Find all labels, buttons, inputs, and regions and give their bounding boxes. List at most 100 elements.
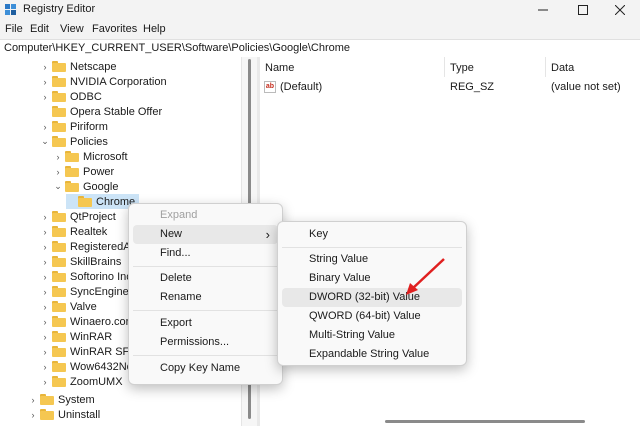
expand-chevron-icon[interactable]: › — [53, 149, 63, 164]
tree-item-qtproject[interactable]: › QtProject — [40, 209, 116, 224]
expand-chevron-icon[interactable]: › — [40, 329, 50, 344]
context-item-new[interactable]: New › — [133, 225, 278, 244]
tree-item-label: WinRAR — [70, 330, 113, 343]
collapse-chevron-icon[interactable]: ⌄ — [40, 134, 50, 149]
context-item-rename[interactable]: Rename — [133, 288, 278, 307]
folder-icon — [52, 271, 66, 282]
expand-chevron-icon[interactable]: › — [53, 164, 63, 179]
tree-item-label: Wow6432Nc — [70, 360, 133, 373]
folder-icon — [52, 61, 66, 72]
expand-chevron-icon[interactable]: › — [40, 224, 50, 239]
column-header-data[interactable]: Data — [546, 57, 640, 77]
folder-icon — [52, 376, 66, 387]
tree-item-zoomumx[interactable]: › ZoomUMX — [40, 374, 123, 389]
expand-chevron-icon[interactable]: › — [40, 254, 50, 269]
folder-icon — [52, 301, 66, 312]
expand-chevron-icon[interactable]: › — [40, 374, 50, 389]
expand-chevron-icon[interactable]: › — [28, 392, 38, 407]
menu-divider — [282, 247, 462, 248]
expand-chevron-icon[interactable]: › — [40, 119, 50, 134]
tree-item-odbc[interactable]: › ODBC — [40, 89, 102, 104]
menu-edit[interactable]: Edit — [30, 23, 49, 35]
context-menu: Expand New › Find... Delete Rename Expor… — [128, 203, 283, 385]
expand-chevron-icon[interactable]: › — [40, 314, 50, 329]
context-item-delete[interactable]: Delete — [133, 269, 278, 288]
close-button[interactable] — [600, 0, 640, 20]
folder-icon — [52, 91, 66, 102]
folder-icon — [52, 241, 66, 252]
menu-view[interactable]: View — [60, 23, 84, 35]
folder-icon — [78, 196, 92, 207]
submenu-item-multi-string-value[interactable]: Multi-String Value — [282, 326, 462, 345]
tree-item-label: RegisteredA — [70, 240, 131, 253]
expand-chevron-icon[interactable]: › — [40, 344, 50, 359]
expand-chevron-icon[interactable]: › — [40, 359, 50, 374]
tree-item-opera[interactable]: Opera Stable Offer — [40, 104, 162, 119]
menu-file[interactable]: File — [5, 23, 23, 35]
context-item-find[interactable]: Find... — [133, 244, 278, 263]
expand-chevron-icon[interactable]: › — [40, 284, 50, 299]
menu-help[interactable]: Help — [143, 23, 166, 35]
tree-item-winaero[interactable]: › Winaero.cor — [40, 314, 130, 329]
folder-open-icon — [52, 136, 66, 147]
context-item-permissions[interactable]: Permissions... — [133, 333, 278, 352]
submenu-item-key[interactable]: Key — [282, 225, 462, 244]
submenu-item-expandable-string-value[interactable]: Expandable String Value — [282, 345, 462, 364]
context-item-export[interactable]: Export — [133, 314, 278, 333]
expand-chevron-icon — [40, 104, 50, 119]
expand-chevron-icon[interactable]: › — [28, 407, 38, 422]
tree-item-label: System — [58, 393, 95, 406]
expand-chevron-icon[interactable]: › — [40, 89, 50, 104]
tree-item-uninstall[interactable]: › Uninstall — [28, 407, 101, 422]
tree-item-wow6432[interactable]: › Wow6432Nc — [40, 359, 133, 374]
folder-icon — [52, 106, 66, 117]
column-header-type[interactable]: Type — [445, 57, 546, 77]
folder-icon — [52, 121, 66, 132]
expand-chevron-icon[interactable]: › — [40, 59, 50, 74]
tree-item-realtek[interactable]: › Realtek — [40, 224, 108, 239]
context-item-copy-key-name[interactable]: Copy Key Name — [133, 359, 278, 378]
tree-item-label: Netscape — [70, 60, 117, 73]
tree-item-winrar-sfx[interactable]: › WinRAR SFX — [40, 344, 137, 359]
tree-item-microsoft[interactable]: › Microsoft — [53, 149, 128, 164]
tree-item-label: Softorino Inc — [70, 270, 132, 283]
tree-item-valve[interactable]: › Valve — [40, 299, 97, 314]
values-horizontal-scrollbar[interactable] — [260, 416, 640, 426]
tree-item-nvidia[interactable]: › NVIDIA Corporation — [40, 74, 167, 89]
minimize-icon — [538, 9, 548, 11]
expand-chevron-icon[interactable]: › — [40, 209, 50, 224]
address-path[interactable]: Computer\HKEY_CURRENT_USER\Software\Poli… — [4, 42, 350, 54]
tree-item-syncengines[interactable]: › SyncEngines — [40, 284, 135, 299]
folder-icon — [40, 394, 54, 405]
tree-item-label: Piriform — [70, 120, 108, 133]
tree-item-system[interactable]: › System — [28, 392, 95, 407]
value-row-default[interactable]: ab (Default) REG_SZ (value not set) — [260, 79, 640, 95]
tree-item-label: Opera Stable Offer — [70, 105, 163, 118]
expand-chevron-icon[interactable]: › — [40, 299, 50, 314]
submenu-item-qword-value[interactable]: QWORD (64-bit) Value — [282, 307, 462, 326]
address-bar[interactable]: Computer\HKEY_CURRENT_USER\Software\Poli… — [0, 39, 640, 58]
tree-item-registereda[interactable]: › RegisteredA — [40, 239, 131, 254]
expand-chevron-icon[interactable]: › — [40, 74, 50, 89]
context-item-label: New — [160, 228, 183, 240]
expand-chevron-icon[interactable]: › — [40, 269, 50, 284]
tree-item-policies[interactable]: ⌄ Policies — [40, 134, 108, 149]
column-header-name[interactable]: Name — [260, 57, 445, 77]
string-value-icon: ab — [264, 81, 276, 93]
value-name: (Default) — [280, 81, 323, 93]
expand-chevron-icon[interactable]: › — [40, 239, 50, 254]
scrollbar-thumb[interactable] — [385, 420, 585, 423]
tree-item-softorino[interactable]: › Softorino Inc — [40, 269, 132, 284]
menu-favorites[interactable]: Favorites — [92, 23, 137, 35]
value-type: REG_SZ — [450, 81, 495, 93]
tree-item-power[interactable]: › Power — [53, 164, 115, 179]
tree-item-winrar[interactable]: › WinRAR — [40, 329, 113, 344]
tree-item-google[interactable]: ⌄ Google — [53, 179, 118, 194]
folder-icon — [52, 361, 66, 372]
folder-icon — [52, 226, 66, 237]
tree-item-piriform[interactable]: › Piriform — [40, 119, 108, 134]
tree-item-label: Policies — [70, 135, 108, 148]
collapse-chevron-icon[interactable]: ⌄ — [53, 179, 63, 194]
tree-item-netscape[interactable]: › Netscape — [40, 59, 117, 74]
tree-item-skillbrains[interactable]: › SkillBrains — [40, 254, 122, 269]
